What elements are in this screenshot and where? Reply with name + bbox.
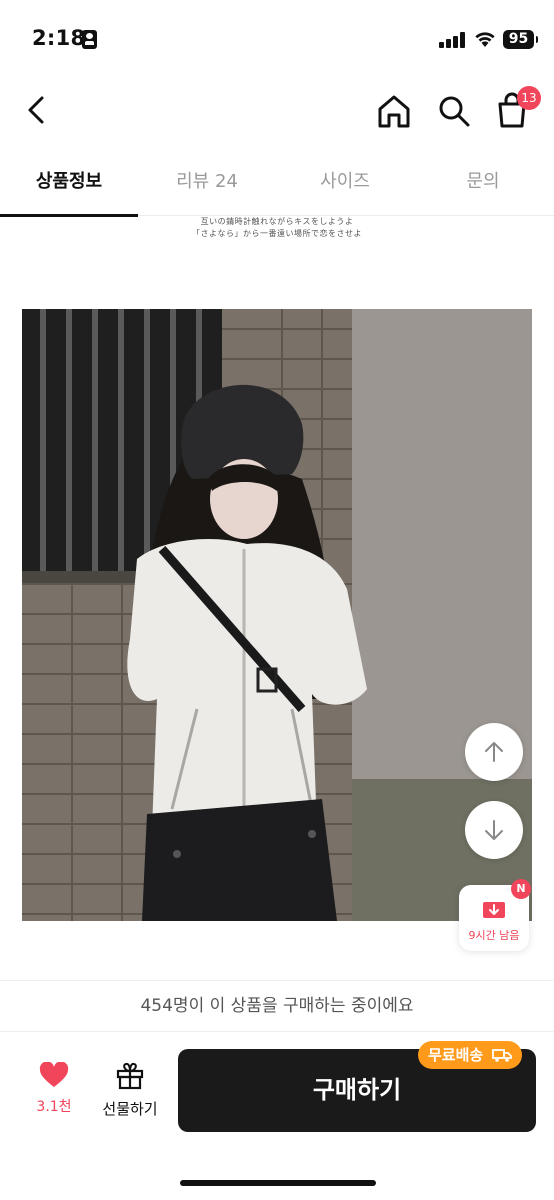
product-photo xyxy=(22,309,532,921)
caption-line-1: 互いの錆時計触れながらキスをしようよ xyxy=(200,217,354,226)
status-time: 2:18 xyxy=(32,26,86,50)
arrow-up-icon xyxy=(485,742,503,762)
battery-icon: 95 xyxy=(503,30,538,49)
scroll-down-button[interactable] xyxy=(465,801,523,859)
top-nav xyxy=(0,80,554,142)
like-button[interactable]: 3.1천 xyxy=(30,1061,78,1126)
tab-size[interactable]: 사이즈 xyxy=(276,150,414,216)
cart-count-badge: 13 xyxy=(517,86,541,110)
cellular-signal-icon xyxy=(439,32,465,48)
tab-inquiry[interactable]: 문의 xyxy=(414,150,552,216)
wifi-icon xyxy=(475,32,495,47)
coupon-timer-card[interactable]: 9시간 남음 N xyxy=(459,879,531,951)
coupon-timer-label: 9시간 남음 xyxy=(468,929,520,942)
home-icon[interactable] xyxy=(374,92,414,130)
caption-line-2: 「さよなら」から一番遠い場所で恋をさせよ xyxy=(192,229,362,238)
status-bar: 2:18 95 xyxy=(0,0,554,80)
tab-reviews[interactable]: 리뷰 24 xyxy=(138,150,276,216)
like-count: 3.1천 xyxy=(36,1099,72,1115)
home-indicator xyxy=(180,1180,376,1186)
coupon-download-icon xyxy=(483,902,505,918)
tab-product-info[interactable]: 상품정보 xyxy=(0,150,138,217)
scroll-up-button[interactable] xyxy=(465,723,523,781)
new-badge: N xyxy=(511,879,531,899)
truck-icon xyxy=(492,1049,513,1062)
gift-label: 선물하기 xyxy=(102,1100,158,1118)
free-shipping-badge: 무료배송 xyxy=(418,1041,523,1069)
gift-button[interactable]: 선물하기 xyxy=(98,1062,162,1126)
search-icon[interactable] xyxy=(434,92,474,130)
free-shipping-label: 무료배송 xyxy=(428,1046,484,1064)
purchase-activity-notice: 454명이 이 상품을 구매하는 중이에요 xyxy=(0,980,554,1032)
heart-icon xyxy=(39,1061,69,1087)
arrow-down-icon xyxy=(485,820,503,840)
product-tabs: 상품정보 리뷰 24 사이즈 문의 xyxy=(0,150,554,217)
back-arrow-icon[interactable] xyxy=(18,88,54,132)
gift-icon xyxy=(116,1062,144,1090)
contact-card-icon xyxy=(82,30,97,49)
